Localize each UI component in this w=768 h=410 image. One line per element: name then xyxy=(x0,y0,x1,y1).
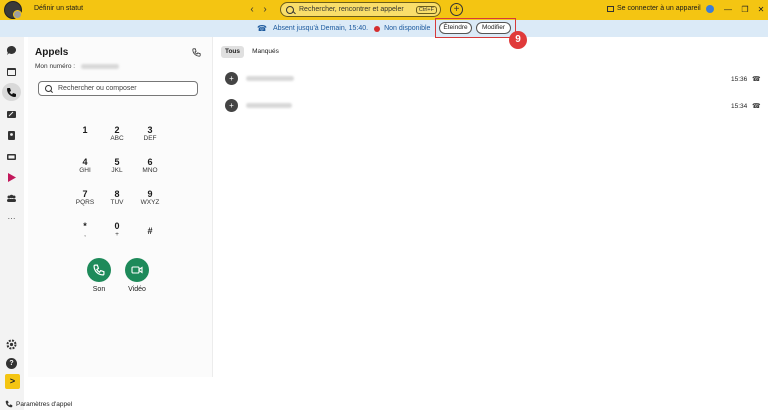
keypad-key-6[interactable]: 6 MNO xyxy=(138,157,162,175)
keypad-key-star[interactable]: *, xyxy=(73,221,97,239)
play-icon[interactable] xyxy=(6,172,17,183)
search-placeholder: Rechercher, rencontrer et appeler xyxy=(299,6,404,13)
more-icon[interactable]: ··· xyxy=(6,213,17,224)
audio-call-button[interactable] xyxy=(87,258,111,282)
call-time: 15:34 xyxy=(731,103,748,110)
keypad-key-1[interactable]: 1 xyxy=(73,125,97,135)
chat-icon[interactable] xyxy=(6,45,17,56)
connect-device-button[interactable]: Se connecter à un appareil xyxy=(607,5,701,12)
status-banner-content: ☎ Absent jusqu'à Demain, 15:40. Non disp… xyxy=(257,20,430,37)
tv-icon[interactable] xyxy=(6,151,17,162)
call-forward-icon: ☎ xyxy=(257,24,267,33)
expand-icon[interactable]: > xyxy=(5,374,20,389)
search-icon xyxy=(45,85,52,92)
keypad-key-5[interactable]: 5 JKL xyxy=(105,157,129,175)
monitor-icon xyxy=(607,5,614,12)
phone-icon xyxy=(93,264,105,276)
audio-call-label: Son xyxy=(92,286,106,293)
panel-divider xyxy=(212,37,213,377)
keypad-key-7[interactable]: 7 PQRS xyxy=(73,189,97,207)
page-title: Appels xyxy=(35,47,69,58)
help-icon[interactable]: ? xyxy=(6,358,17,369)
keypad-key-3[interactable]: 3 DEF xyxy=(138,125,162,143)
back-arrow-icon[interactable]: ‹ xyxy=(247,4,257,15)
contact-name-redacted xyxy=(246,103,292,108)
contact-name-redacted xyxy=(246,76,294,81)
call-settings-link[interactable]: Paramètres d'appel xyxy=(5,400,72,408)
video-call-button[interactable] xyxy=(125,258,149,282)
extension-icon[interactable] xyxy=(706,5,714,13)
restore-button[interactable]: ❐ xyxy=(739,3,751,16)
availability-text: Non disponible xyxy=(384,25,431,32)
contact-avatar: + xyxy=(225,99,238,112)
keypad-key-8[interactable]: 8 TUV xyxy=(105,189,129,207)
call-time: 15:36 xyxy=(731,76,748,83)
keypad-key-hash[interactable]: # xyxy=(138,226,162,236)
user-avatar[interactable] xyxy=(4,1,22,19)
forward-arrow-icon[interactable]: › xyxy=(260,4,270,15)
call-settings-label: Paramètres d'appel xyxy=(16,400,73,408)
search-icon xyxy=(286,5,294,14)
incoming-call-icon[interactable]: ☎ xyxy=(752,75,761,83)
video-call-label: Vidéo xyxy=(128,286,146,293)
keypad-key-4[interactable]: 4 GHI xyxy=(73,157,97,175)
search-shortcut: Ctrl+F xyxy=(415,5,437,14)
keypad-key-0[interactable]: 0 + xyxy=(105,221,129,239)
contacts-icon[interactable] xyxy=(6,130,17,141)
my-number-value-redacted xyxy=(80,63,119,69)
set-status-link[interactable]: Définir un statut xyxy=(34,5,83,12)
phone-settings-icon xyxy=(5,400,13,408)
dial-search-input[interactable]: Rechercher ou composer xyxy=(38,81,198,96)
tab-missed[interactable]: Manqués xyxy=(249,46,282,58)
close-button[interactable]: ✕ xyxy=(755,3,767,16)
my-number-label: Mon numéro : xyxy=(35,63,76,70)
contact-avatar: + xyxy=(225,72,238,85)
incoming-call-icon[interactable]: ☎ xyxy=(752,102,761,110)
teams-icon[interactable] xyxy=(6,193,17,204)
video-camera-icon xyxy=(131,266,143,274)
tab-all[interactable]: Tous xyxy=(221,46,244,58)
call-settings-icon[interactable] xyxy=(192,48,201,59)
new-action-button[interactable]: + xyxy=(450,3,463,16)
keypad-key-2[interactable]: 2 ABC xyxy=(105,125,129,143)
unavailable-dot-icon xyxy=(374,25,381,32)
minimize-button[interactable]: — xyxy=(722,3,734,16)
global-search-input[interactable]: Rechercher, rencontrer et appeler Ctrl+F xyxy=(280,2,441,17)
step-badge: 9 xyxy=(509,31,527,49)
calendar-icon[interactable] xyxy=(6,66,17,77)
my-number: Mon numéro : xyxy=(35,63,119,70)
voicemail-icon[interactable] xyxy=(6,109,17,120)
highlight-box xyxy=(435,18,516,38)
settings-icon[interactable] xyxy=(6,339,17,350)
connect-device-label: Se connecter à un appareil xyxy=(617,5,701,12)
status-text: Absent jusqu'à Demain, 15:40. xyxy=(272,25,369,32)
title-bar: Définir un statut ‹ › Rechercher, rencon… xyxy=(0,0,768,20)
dial-search-placeholder: Rechercher ou composer xyxy=(58,85,137,92)
phone-icon[interactable] xyxy=(6,87,17,98)
keypad-key-9[interactable]: 9 WXYZ xyxy=(138,189,162,207)
